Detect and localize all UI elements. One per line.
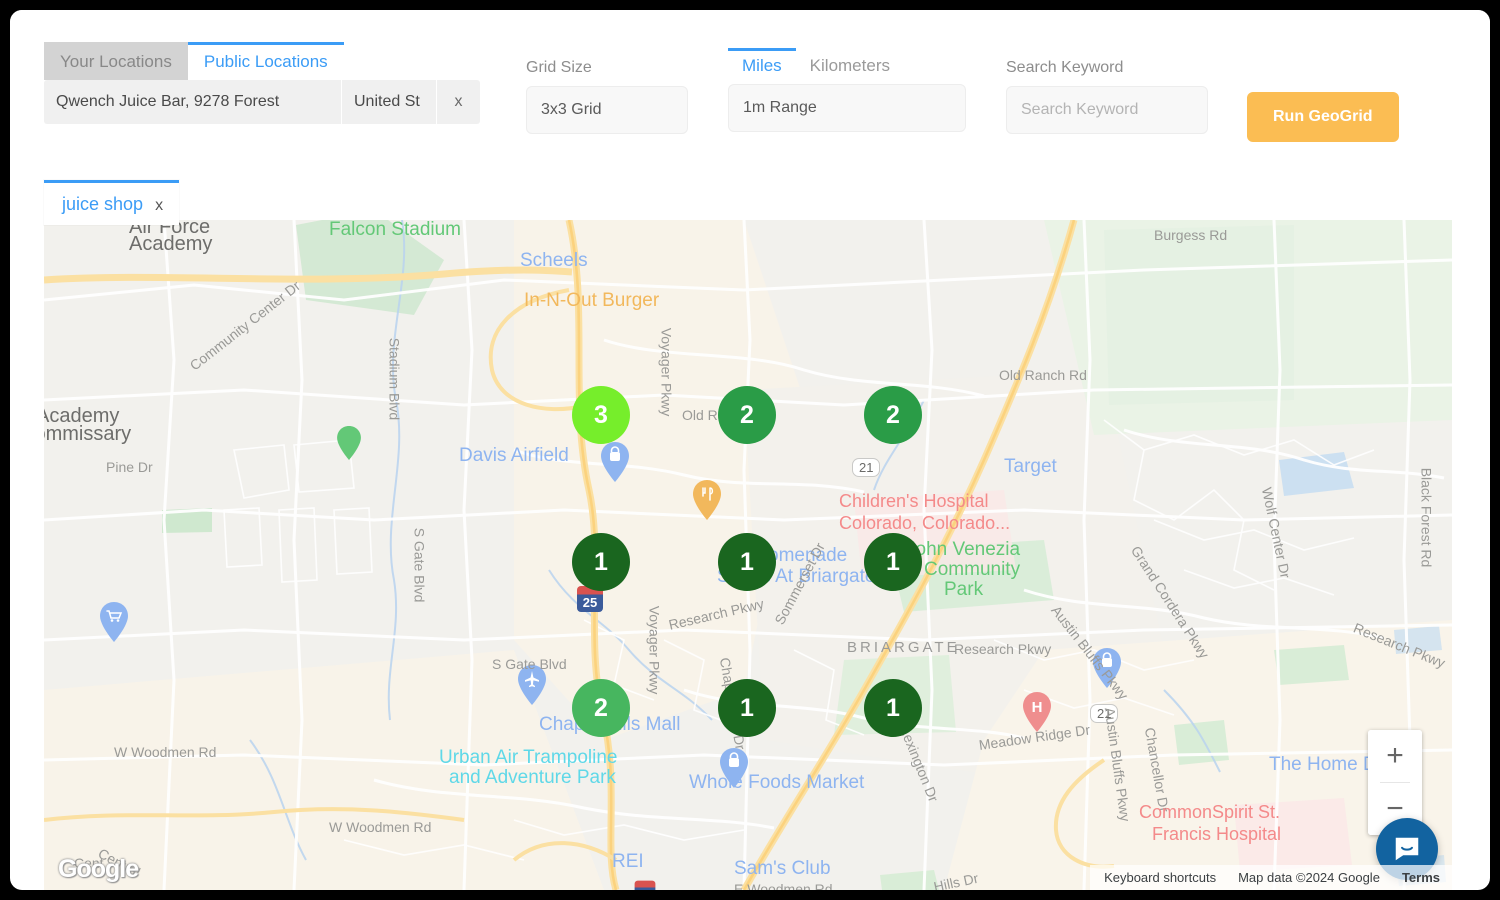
- terms-link[interactable]: Terms: [1402, 870, 1440, 885]
- chat-bubble-icon: [1392, 834, 1422, 864]
- toolbar: Your Locations Public Locations Qwench J…: [10, 10, 1490, 182]
- geogrid-rank-marker[interactable]: 1: [864, 679, 922, 737]
- geogrid-rank-marker[interactable]: 2: [572, 679, 630, 737]
- highway-shield-21: 21: [1090, 704, 1118, 723]
- shop-pin-icon: [99, 602, 129, 642]
- run-geogrid-group: Run GeoGrid: [1247, 92, 1399, 142]
- keyword-tab-close-icon[interactable]: x: [155, 197, 163, 215]
- keyword-tab-label: juice shop: [62, 194, 143, 215]
- shop-pin-icon: [719, 748, 749, 788]
- search-keyword-input[interactable]: Search Keyword: [1006, 86, 1208, 134]
- geogrid-rank-marker[interactable]: 2: [718, 386, 776, 444]
- interstate-shield-25: 25: [635, 881, 656, 890]
- tab-your-locations[interactable]: Your Locations: [44, 42, 188, 80]
- run-geogrid-button[interactable]: Run GeoGrid: [1247, 92, 1399, 142]
- grid-size-select[interactable]: 3x3 Grid: [526, 86, 688, 134]
- country-input[interactable]: United St: [341, 80, 436, 124]
- park-pin-icon: [336, 426, 362, 460]
- tab-miles[interactable]: Miles: [728, 48, 796, 82]
- location-input-row: Qwench Juice Bar, 9278 Forest United St …: [44, 80, 480, 124]
- keyword-tab-juice-shop[interactable]: juice shop x: [44, 180, 179, 225]
- geogrid-rank-marker[interactable]: 1: [864, 533, 922, 591]
- highway-shield-21: 21: [852, 458, 880, 477]
- clear-location-button[interactable]: x: [436, 80, 480, 124]
- location-field-group: Your Locations Public Locations Qwench J…: [44, 42, 480, 124]
- tab-kilometers[interactable]: Kilometers: [796, 49, 904, 82]
- geogrid-rank-marker[interactable]: 1: [718, 533, 776, 591]
- tab-public-locations[interactable]: Public Locations: [188, 42, 344, 80]
- geogrid-rank-marker[interactable]: 1: [572, 533, 630, 591]
- zoom-in-button[interactable]: +: [1368, 730, 1422, 782]
- geogrid-rank-marker[interactable]: 2: [864, 386, 922, 444]
- geogrid-app: Your Locations Public Locations Qwench J…: [10, 10, 1490, 890]
- airport-pin-icon: [517, 665, 547, 705]
- map-attribution: Keyboard shortcuts Map data ©2024 Google…: [1090, 865, 1452, 890]
- hospital-pin-icon: H: [1022, 692, 1052, 732]
- shop-pin-icon: [600, 442, 630, 482]
- keyword-result-tabs: juice shop x: [44, 180, 179, 225]
- geogrid-rank-marker[interactable]: 1: [718, 679, 776, 737]
- restaurant-pin-icon: [692, 480, 722, 520]
- shop-pin-icon: [1092, 648, 1122, 688]
- keyboard-shortcuts-link[interactable]: Keyboard shortcuts: [1104, 870, 1216, 885]
- search-keyword-label: Search Keyword: [1006, 60, 1208, 76]
- range-select[interactable]: 1m Range: [728, 84, 966, 132]
- geogrid-rank-marker[interactable]: 3: [572, 386, 630, 444]
- grid-size-group: Grid Size 3x3 Grid: [526, 60, 688, 134]
- grid-size-label: Grid Size: [526, 60, 688, 76]
- unit-tabs: Miles Kilometers: [728, 48, 966, 82]
- svg-text:H: H: [1032, 699, 1043, 716]
- range-group: Miles Kilometers 1m Range: [728, 48, 966, 132]
- map-data-text: Map data ©2024 Google: [1238, 870, 1380, 885]
- location-tabs: Your Locations Public Locations: [44, 42, 480, 80]
- business-location-input[interactable]: Qwench Juice Bar, 9278 Forest: [44, 80, 341, 124]
- geogrid-map[interactable]: H: [44, 220, 1452, 890]
- search-keyword-group: Search Keyword Search Keyword: [1006, 60, 1208, 134]
- google-watermark: Google: [58, 855, 138, 884]
- map-canvas: H: [44, 220, 1452, 890]
